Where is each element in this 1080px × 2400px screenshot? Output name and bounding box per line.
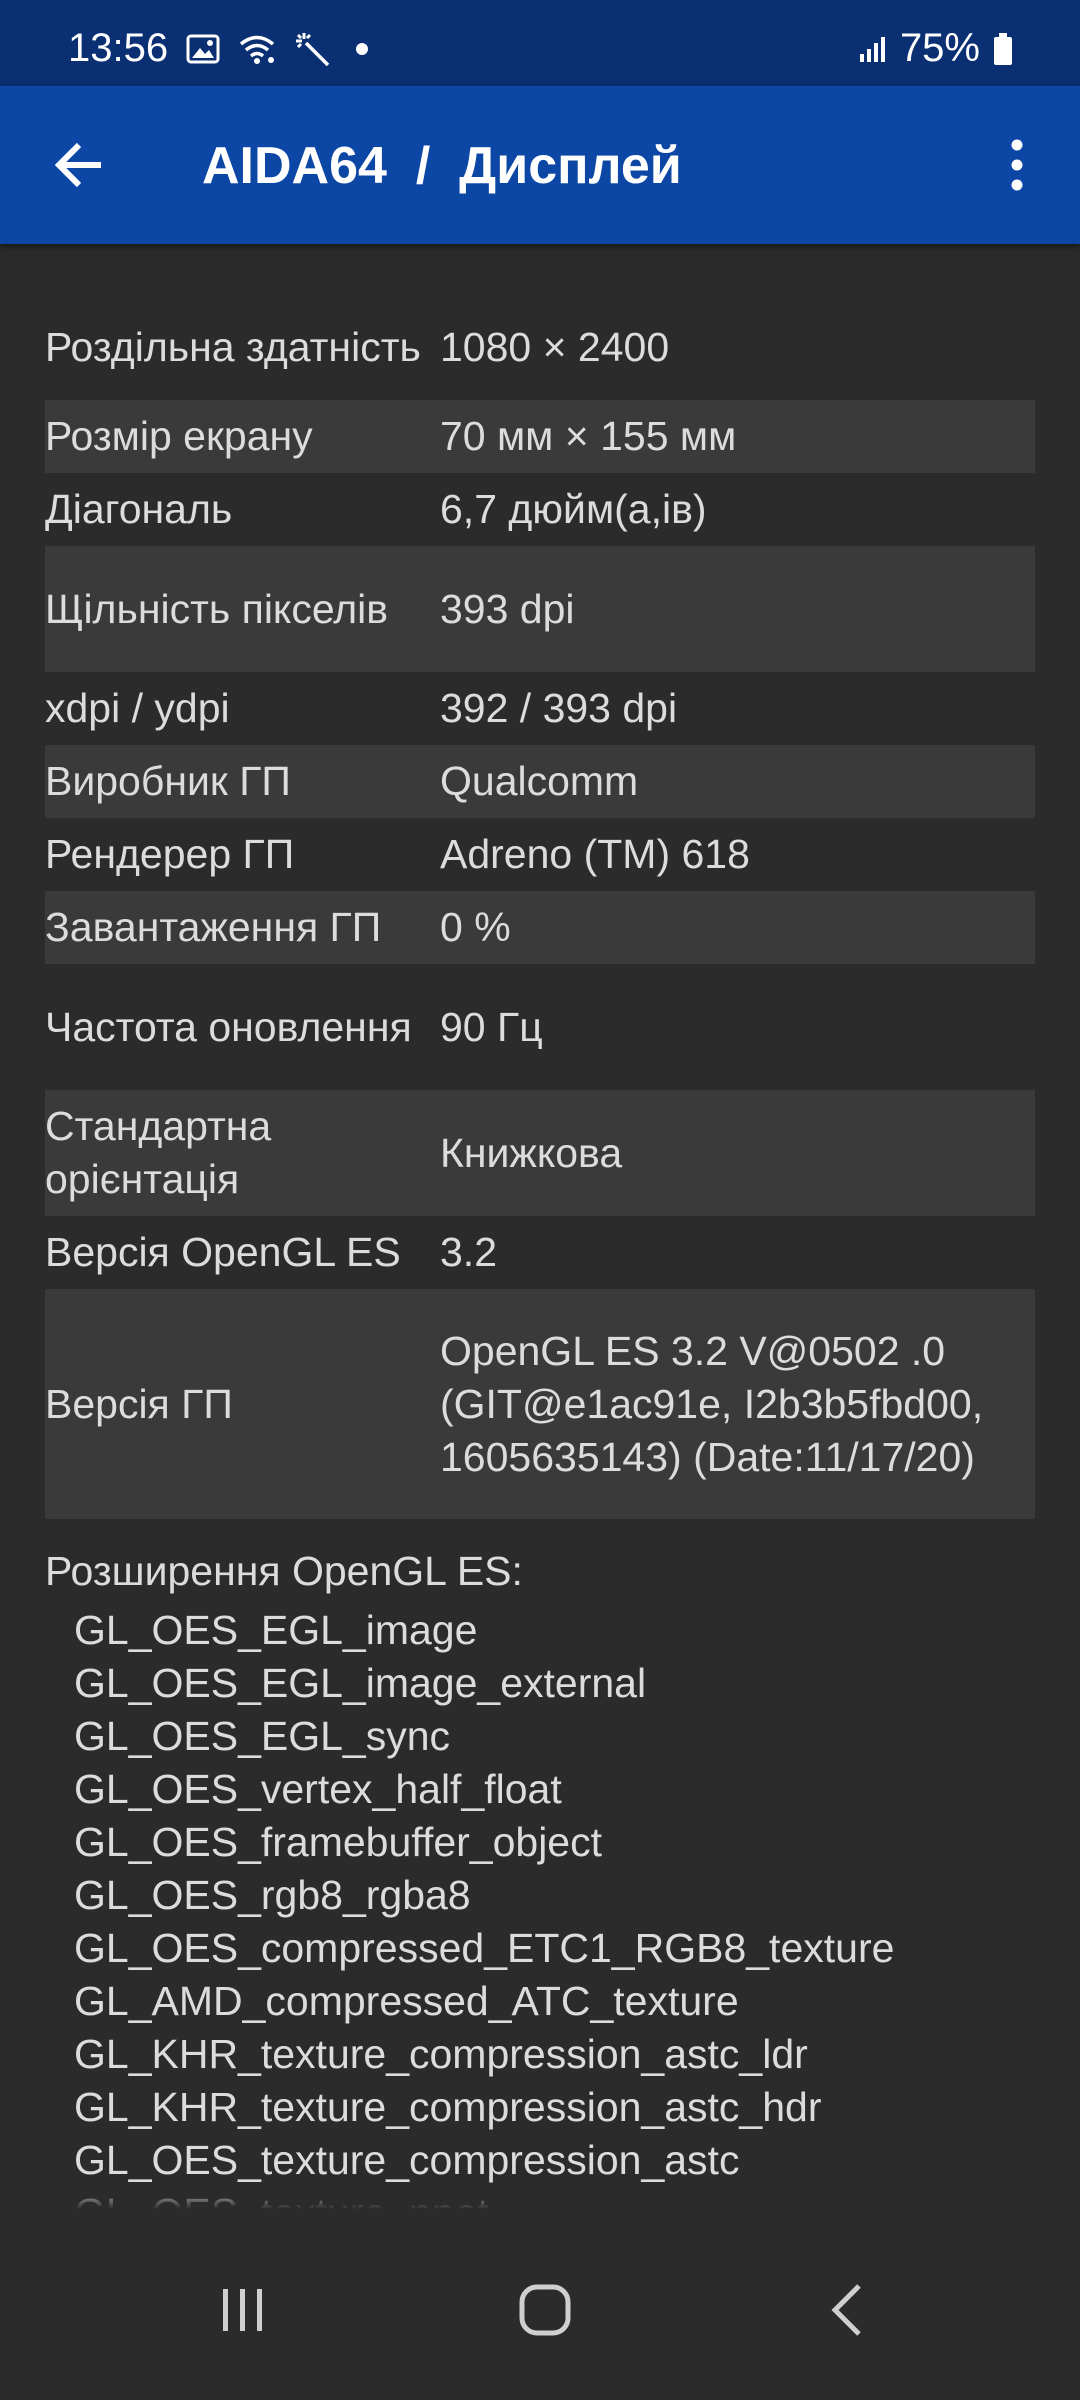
scroll-fade: [0, 2184, 1080, 2220]
info-label: Стандартна орієнтація: [45, 1103, 272, 1202]
info-value: OpenGL ES 3.2 V@0502 .0 (GIT@e1ac91e, I2…: [440, 1327, 984, 1480]
extension-item: GL_OES_vertex_half_float: [74, 1766, 562, 1812]
extension-item: GL_OES_compressed_ETC1_RGB8_texture: [74, 1925, 895, 1971]
info-row-gpu-load: Завантаження ГП 0 %: [45, 891, 1035, 964]
info-row-xdpi-ydpi: xdpi / ydpi 392 / 393 dpi: [45, 672, 1035, 745]
content-scroll-area[interactable]: Роздільна здатність 1080 × 2400 Розмір е…: [0, 244, 1080, 2220]
nav-back-button[interactable]: [797, 2270, 897, 2350]
info-value: Книжкова: [440, 1129, 623, 1176]
info-value: 393 dpi: [440, 585, 575, 632]
info-label: Виробник ГП: [45, 758, 291, 804]
info-label: Рендерер ГП: [45, 831, 295, 877]
info-label: Версія OpenGL ES: [45, 1229, 401, 1275]
info-row-refresh-rate: Частота оновлення 90 Гц: [45, 964, 1035, 1090]
recent-apps-button[interactable]: [193, 2270, 293, 2350]
info-row-resolution: Роздільна здатність 1080 × 2400: [45, 295, 1035, 400]
status-left: 13:56: [68, 26, 374, 71]
info-row-gpu-renderer: Рендерер ГП Adreno (TM) 618: [45, 818, 1035, 891]
info-value: Qualcomm: [440, 758, 639, 804]
home-button[interactable]: [495, 2270, 595, 2350]
more-vert-icon: [1011, 139, 1023, 191]
app-bar: AIDA64 / Дисплей: [0, 86, 1080, 244]
signal-icon: [858, 34, 888, 64]
extension-item: GL_OES_EGL_image_external: [74, 1660, 647, 1706]
info-label: Версія ГП: [45, 1380, 233, 1427]
extensions-title: Розширення OpenGL ES:: [45, 1548, 523, 1594]
info-label: Роздільна здатність: [45, 324, 421, 370]
arrow-left-icon: [54, 142, 101, 188]
extensions-section: Розширення OpenGL ES: GL_OES_EGL_image GL…: [45, 1545, 1035, 2220]
info-value: 3.2: [440, 1229, 497, 1275]
home-icon: [519, 2284, 571, 2336]
info-label: xdpi / ydpi: [45, 685, 230, 731]
info-label: Частота оновлення: [45, 1003, 412, 1050]
status-time: 13:56: [68, 26, 169, 70]
status-right: 75%: [858, 26, 1014, 71]
battery-icon: [992, 32, 1014, 66]
info-row-opengl-version: Версія OpenGL ES 3.2: [45, 1216, 1035, 1289]
info-value: 392 / 393 dpi: [440, 685, 678, 731]
extension-item: GL_OES_framebuffer_object: [74, 1819, 602, 1865]
extension-item: GL_OES_EGL_image: [74, 1607, 478, 1653]
extension-item: GL_KHR_texture_compression_astc_hdr: [74, 2084, 822, 2130]
wifi-icon: [238, 33, 276, 65]
info-row-orientation: Стандартна орієнтація Книжкова: [45, 1090, 1035, 1216]
info-label: Щільність пікселів: [45, 585, 389, 632]
info-value: 1080 × 2400: [440, 324, 670, 370]
info-row-pixel-density: Щільність пікселів 393 dpi: [45, 546, 1035, 672]
info-row-diagonal: Діагональ 6,7 дюйм(а,ів): [45, 473, 1035, 546]
info-value: 90 Гц: [440, 1003, 543, 1050]
battery-percent: 75%: [899, 26, 980, 70]
info-row-screen-size: Розмір екрану 70 мм × 155 мм: [45, 400, 1035, 473]
info-row-gpu-vendor: Виробник ГП Qualcomm: [45, 745, 1035, 818]
info-label: Діагональ: [45, 486, 233, 532]
back-icon: [831, 2284, 861, 2336]
info-value: Adreno (TM) 618: [440, 831, 750, 877]
info-value: 70 мм × 155 мм: [440, 413, 737, 459]
magic-wand-icon: [294, 31, 332, 67]
info-value: 0 %: [440, 904, 511, 950]
navigation-bar: [0, 2220, 1080, 2400]
extension-item: GL_OES_rgb8_rgba8: [74, 1872, 471, 1918]
extension-item: GL_OES_texture_compression_astc: [74, 2137, 740, 2183]
status-bar: 13:56 75%: [0, 0, 1080, 86]
back-button[interactable]: [44, 130, 114, 200]
extension-item: GL_AMD_compressed_ATC_texture: [74, 1978, 739, 2024]
info-label: Завантаження ГП: [45, 904, 382, 950]
info-label: Розмір екрану: [45, 413, 313, 459]
info-row-gpu-version: Версія ГП OpenGL ES 3.2 V@0502 .0 (GIT@e…: [45, 1289, 1035, 1519]
image-icon: [186, 34, 220, 64]
more-options-button[interactable]: [982, 130, 1052, 200]
extension-item: GL_OES_EGL_sync: [74, 1713, 451, 1759]
page-title: AIDA64 / Дисплей: [202, 137, 682, 195]
extensions-list: GL_OES_EGL_image GL_OES_EGL_image_externa…: [45, 1604, 1035, 2220]
extension-item: GL_KHR_texture_compression_astc_ldr: [74, 2031, 808, 2077]
info-table: Роздільна здатність 1080 × 2400 Розмір е…: [45, 295, 1035, 1519]
recent-apps-icon: [223, 2289, 262, 2331]
info-value: 6,7 дюйм(а,ів): [440, 486, 707, 532]
dot-icon: [350, 37, 374, 61]
